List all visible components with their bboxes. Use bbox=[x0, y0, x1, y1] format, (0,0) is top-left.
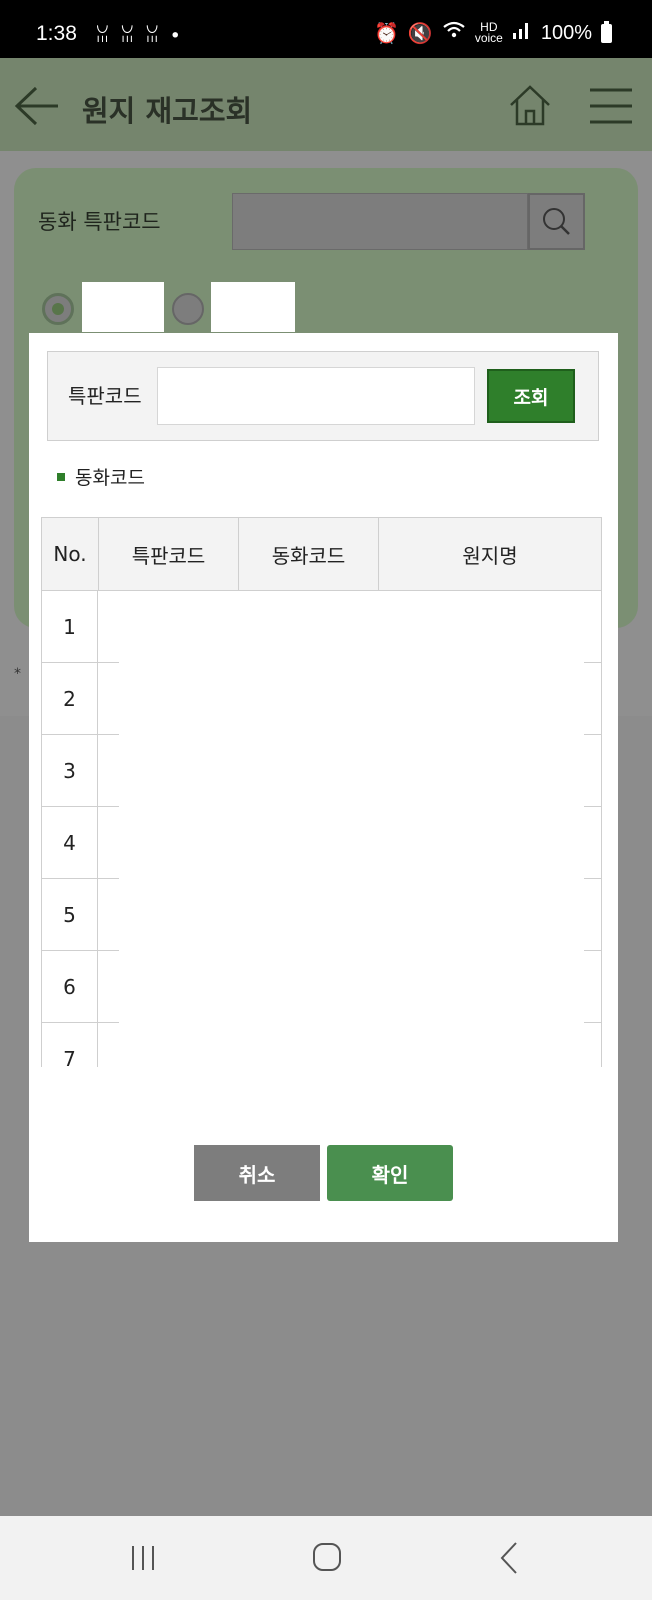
search-code-label: 특판코드 bbox=[68, 384, 142, 408]
status-time: 1:38 bbox=[36, 22, 77, 45]
hamburger-menu-icon[interactable] bbox=[588, 86, 634, 126]
legend: 동화코드 bbox=[57, 463, 145, 490]
alarm-icon: ⏰ bbox=[374, 22, 399, 45]
column-header-no: No. bbox=[42, 518, 99, 590]
wifi-icon bbox=[442, 20, 466, 46]
table-row[interactable]: 6 bbox=[41, 951, 602, 1023]
system-nav-bar bbox=[0, 1516, 652, 1600]
table-row[interactable]: 1 bbox=[41, 591, 602, 663]
row-number: 5 bbox=[41, 879, 98, 951]
notification-icons: ꈍ ꈍ ꈍ • bbox=[95, 25, 183, 47]
note-marker: * bbox=[14, 666, 21, 682]
search-button[interactable] bbox=[528, 193, 585, 250]
result-table: No. 특판코드 동화코드 원지명 1 2 3 4 5 6 7 bbox=[41, 517, 602, 1417]
legend-label: 동화코드 bbox=[75, 467, 145, 489]
radio-option-2[interactable] bbox=[172, 293, 204, 325]
row-number: 2 bbox=[41, 663, 98, 735]
row-number: 7 bbox=[41, 1023, 98, 1067]
radio-option-1[interactable] bbox=[42, 293, 74, 325]
code-input[interactable] bbox=[232, 193, 528, 250]
redacted-label-1 bbox=[82, 282, 164, 332]
dialog-search-bar: 특판코드 조회 bbox=[47, 351, 599, 441]
legend-marker bbox=[57, 472, 65, 481]
mute-icon: 🔇 bbox=[407, 22, 433, 45]
search-icon bbox=[543, 208, 570, 235]
status-indicators: ⏰ 🔇 HD voice 100% bbox=[374, 20, 612, 46]
table-row[interactable]: 4 bbox=[41, 807, 602, 879]
back-button-icon[interactable] bbox=[498, 1541, 520, 1575]
home-icon[interactable] bbox=[508, 83, 552, 127]
row-number: 1 bbox=[41, 591, 98, 663]
table-body: 1 2 3 4 5 6 7 bbox=[41, 591, 602, 1067]
lookup-button[interactable]: 조회 bbox=[487, 369, 575, 423]
arrow-left-icon[interactable] bbox=[14, 86, 60, 126]
table-row[interactable]: 2 bbox=[41, 663, 602, 735]
row-number: 6 bbox=[41, 951, 98, 1023]
column-header-special-code: 특판코드 bbox=[99, 518, 239, 590]
battery-percent: 100% bbox=[540, 21, 592, 44]
hd-voice-badge: HD voice bbox=[474, 20, 503, 45]
table-row[interactable]: 5 bbox=[41, 879, 602, 951]
column-header-donghwa-code: 동화코드 bbox=[239, 518, 379, 590]
confirm-button[interactable]: 확인 bbox=[327, 1145, 453, 1201]
status-bar: 1:38 ꈍ ꈍ ꈍ • ⏰ 🔇 HD voice 100% bbox=[0, 0, 652, 58]
redacted-label-2 bbox=[211, 282, 295, 332]
search-code-input[interactable] bbox=[157, 367, 475, 425]
app-header: 원지 재고조회 bbox=[0, 58, 652, 151]
row-number: 3 bbox=[41, 735, 98, 807]
battery-icon bbox=[601, 20, 612, 43]
table-row[interactable]: 7 bbox=[41, 1023, 602, 1067]
table-header: No. 특판코드 동화코드 원지명 bbox=[41, 517, 602, 591]
page-title: 원지 재고조회 bbox=[82, 94, 253, 128]
table-row[interactable]: 3 bbox=[41, 735, 602, 807]
column-header-paper-name: 원지명 bbox=[462, 543, 518, 568]
code-label: 동화 특판코드 bbox=[38, 210, 161, 234]
home-button-icon[interactable] bbox=[312, 1542, 342, 1572]
cancel-button[interactable]: 취소 bbox=[194, 1145, 320, 1201]
signal-icon bbox=[512, 21, 532, 45]
recent-apps-icon[interactable] bbox=[128, 1544, 158, 1572]
row-number: 4 bbox=[41, 807, 98, 879]
code-lookup-dialog: 특판코드 조회 동화코드 No. 특판코드 동화코드 원지명 1 2 3 4 5… bbox=[29, 333, 618, 1242]
